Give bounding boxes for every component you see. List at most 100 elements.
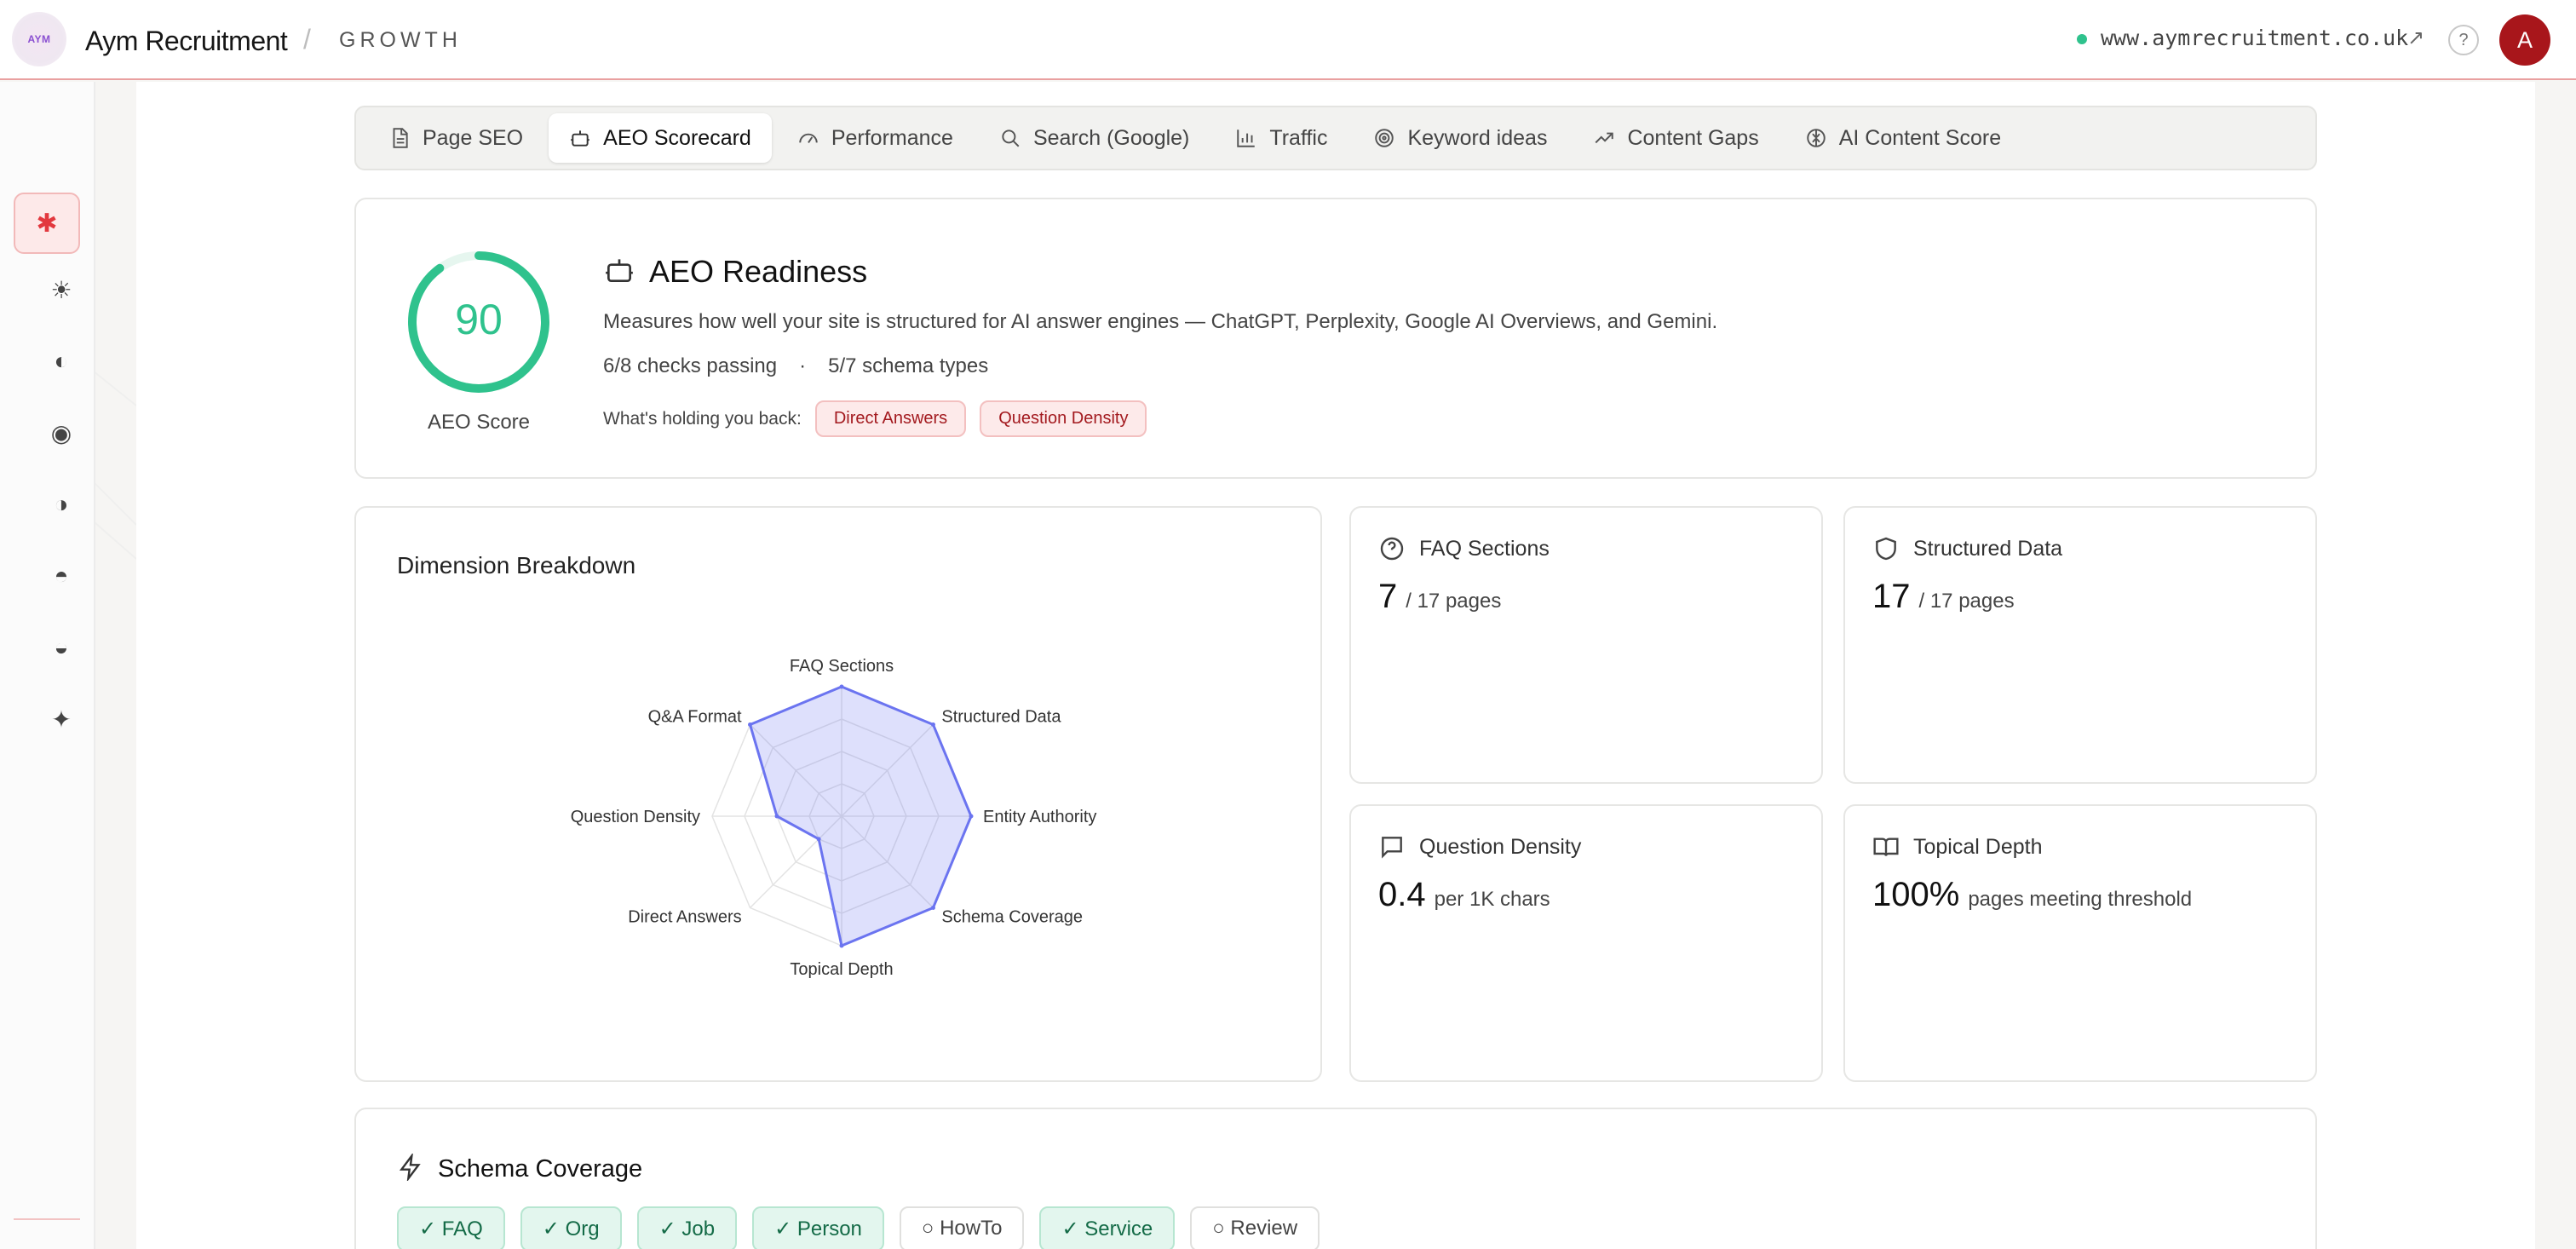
sparkle-icon[interactable]: ✦ — [43, 700, 80, 738]
metric-card-faq-sections: FAQ Sections 7 / 17 pages — [1349, 506, 1823, 784]
metric-value-row: 100% pages meeting threshold — [1872, 876, 2192, 914]
radar-data-point — [839, 684, 844, 689]
schema-chip-list: ✓ FAQ ✓ Org ✓ Job ✓ Person ○ HowTo ✓ Ser… — [397, 1206, 1320, 1249]
rail-divider — [14, 1218, 80, 1220]
metric-title: Topical Depth — [1913, 835, 2043, 859]
metric-title: FAQ Sections — [1419, 537, 1550, 561]
radar-data-point — [839, 943, 844, 948]
top-bar: AYM Aym Recruitment / GROWTH www.aymrecr… — [0, 0, 2576, 80]
site-url-link[interactable]: www.aymrecruitment.co.uk — [2101, 26, 2408, 50]
radar-axis-label: Topical Depth — [790, 960, 893, 979]
help-circle-icon — [1380, 537, 1404, 561]
schema-types-count: 5/7 schema types — [828, 354, 989, 377]
contrast-icon[interactable]: ◑ — [43, 486, 80, 523]
shield-icon — [1876, 537, 1896, 561]
lightning-icon — [399, 1154, 421, 1181]
half-circle-top-icon[interactable]: ◓ — [43, 557, 80, 595]
sun-icon[interactable]: ☀ — [43, 271, 80, 308]
checks-passing: 6/8 checks passing — [603, 354, 778, 377]
aeo-score-value: 90 — [455, 296, 503, 343]
radar-data-point — [969, 814, 974, 819]
schema-coverage-card: Schema Coverage ✓ FAQ ✓ Org ✓ Job ✓ Pers… — [354, 1108, 2317, 1249]
half-circle-bottom-icon[interactable]: ◒ — [43, 629, 80, 666]
aeo-score-label: AEO Score — [427, 411, 531, 434]
tab-traffic[interactable]: Traffic — [1215, 113, 1348, 163]
trending-up-icon — [1596, 132, 1614, 144]
search-icon — [1002, 130, 1020, 147]
gauge-icon — [799, 133, 818, 143]
help-button[interactable]: ? — [2448, 25, 2479, 55]
schema-chip-service[interactable]: ✓ Service — [1039, 1206, 1176, 1249]
holding-back-label: What's holding you back: — [603, 408, 802, 429]
radar-axis-label: Structured Data — [941, 708, 1061, 727]
radar-data-point — [930, 905, 935, 910]
schema-chip-org[interactable]: ✓ Org — [520, 1206, 622, 1249]
metric-title: Question Density — [1419, 835, 1582, 859]
metric-card-structured-data: Structured Data 17 / 17 pages — [1843, 506, 2317, 784]
metric-value: 100% — [1872, 876, 1960, 913]
tab-keyword-ideas[interactable]: Keyword ideas — [1353, 113, 1567, 163]
metric-value: 17 — [1872, 578, 1911, 615]
tab-performance[interactable]: Performance — [777, 113, 974, 163]
radar-axis-label: Schema Coverage — [941, 907, 1083, 926]
radar-axis-label: Direct Answers — [628, 907, 741, 926]
left-rail: ✱ ☀ ◐ ◉ ◑ ◓ ◒ ✦ ← — [0, 82, 95, 1249]
metric-value: 0.4 — [1378, 876, 1426, 913]
aeo-stats: 6/8 checks passing · 5/7 schema types — [603, 354, 988, 378]
logo-text: AYM — [27, 33, 51, 45]
brand-logo[interactable]: AYM — [12, 12, 66, 66]
breadcrumb-separator: / — [303, 24, 311, 55]
book-icon — [1873, 837, 1899, 856]
schema-chip-person[interactable]: ✓ Person — [752, 1206, 884, 1249]
asterisk-icon[interactable]: ✱ — [14, 193, 80, 254]
schema-coverage-title: Schema Coverage — [438, 1155, 643, 1183]
radar-series-area — [749, 685, 973, 947]
aeo-description: Measures how well your site is structure… — [603, 310, 1718, 333]
half-moon-icon[interactable]: ◐ — [43, 342, 80, 380]
issue-chip-direct-answers[interactable]: Direct Answers — [814, 400, 967, 437]
metric-value-row: 17 / 17 pages — [1872, 578, 2015, 616]
radar-axis-label: FAQ Sections — [790, 657, 894, 676]
radar-data-point — [748, 722, 753, 728]
avatar[interactable]: A — [2499, 14, 2550, 66]
metric-title: Structured Data — [1913, 537, 2063, 561]
radar-axis-label: Q&A Format — [648, 708, 742, 727]
metric-unit: / 17 pages — [1406, 590, 1502, 613]
external-link-icon[interactable]: ↗ — [2407, 26, 2424, 50]
holding-back-row: What's holding you back: Direct Answers … — [603, 400, 1147, 437]
robot-icon — [571, 130, 589, 147]
schema-chip-job[interactable]: ✓ Job — [636, 1206, 738, 1249]
metric-card-topical-depth: Topical Depth 100% pages meeting thresho… — [1843, 804, 2317, 1082]
target-icon[interactable]: ◉ — [43, 414, 80, 452]
section-label: GROWTH — [339, 28, 462, 52]
metric-unit: per 1K chars — [1434, 888, 1550, 911]
brand-name[interactable]: Aym Recruitment — [85, 26, 288, 57]
metric-unit: / 17 pages — [1918, 590, 2015, 613]
radar-data-point — [930, 722, 935, 728]
tab-label: AI Content Score — [1838, 125, 2002, 150]
tab-search-google[interactable]: Search (Google) — [979, 113, 1210, 163]
schema-chip-faq[interactable]: ✓ FAQ — [397, 1206, 505, 1249]
metric-value: 7 — [1378, 578, 1398, 615]
tab-label: Page SEO — [423, 125, 524, 150]
schema-chip-review[interactable]: ○ Review — [1190, 1206, 1320, 1249]
tab-ai-content-score[interactable]: AI Content Score — [1785, 113, 2021, 163]
metric-value-row: 0.4 per 1K chars — [1378, 876, 1550, 914]
aeo-readiness-card: 90 AEO Score AEO Readiness Measures how … — [354, 198, 2317, 479]
aeo-readiness-title: AEO Readiness — [649, 254, 868, 289]
tab-content-gaps[interactable]: Content Gaps — [1573, 113, 1779, 163]
stats-separator: · — [799, 354, 807, 377]
metric-value-row: 7 / 17 pages — [1378, 578, 1501, 616]
schema-chip-howto[interactable]: ○ HowTo — [899, 1206, 1025, 1249]
radar-data-point — [816, 837, 821, 842]
tab-page-seo[interactable]: Page SEO — [368, 113, 543, 163]
tab-aeo-scorecard[interactable]: AEO Scorecard — [549, 113, 772, 163]
tab-label: AEO Scorecard — [603, 125, 751, 150]
robot-icon — [606, 259, 633, 283]
chat-bubble-icon — [1382, 837, 1402, 859]
metric-unit: pages meeting threshold — [1968, 888, 2193, 911]
bar-chart-icon — [1237, 130, 1256, 147]
issue-chip-question-density[interactable]: Question Density — [980, 400, 1147, 437]
tab-label: Search (Google) — [1032, 125, 1190, 150]
target-icon — [1375, 129, 1394, 147]
